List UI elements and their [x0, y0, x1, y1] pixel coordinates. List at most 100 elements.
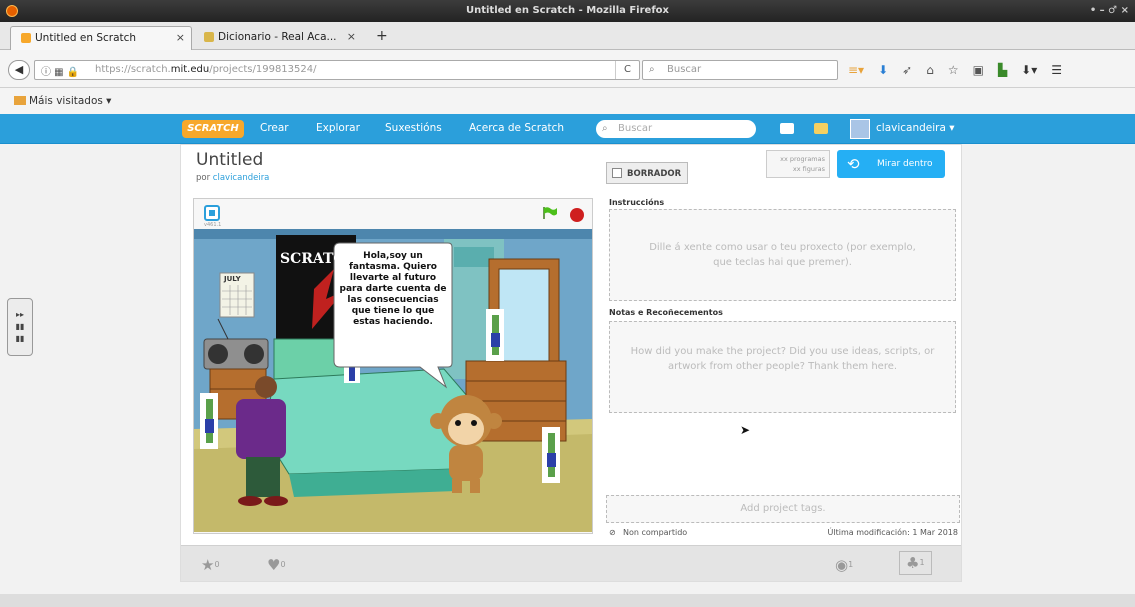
- fullscreen-icon[interactable]: [204, 205, 220, 221]
- stats-scripts: xx programas: [780, 155, 825, 163]
- draft-checkbox[interactable]: [612, 168, 622, 178]
- project-stats: xx programas xx figuras: [766, 150, 830, 178]
- nav-acerca[interactable]: Acerca de Scratch: [469, 122, 564, 134]
- page-footer-strip: [0, 594, 1135, 607]
- window-titlebar: Untitled en Scratch - Mozilla Firefox • …: [0, 0, 1135, 22]
- download-icon[interactable]: ⬇: [878, 60, 888, 80]
- reload-icon[interactable]: C: [615, 61, 639, 79]
- rae-favicon-icon: [204, 32, 214, 42]
- remix-tree-icon: ♣: [906, 554, 920, 572]
- stop-icon[interactable]: [570, 208, 584, 222]
- browser-search-input[interactable]: ⌕ Buscar: [642, 60, 838, 80]
- nav-crear[interactable]: Crear: [260, 122, 289, 134]
- speech-bubble-text: Hola,soy un fantasma. Quiero llevarte al…: [339, 251, 447, 327]
- navigation-bar: ◀ ⓘ ▦ 🔒 https://scratch.mit.edu/projects…: [0, 50, 1135, 88]
- stage-canvas[interactable]: SCRATCH JULY Hola,soy un fantasma. Quier…: [194, 229, 592, 532]
- draft-label: BORRADOR: [627, 169, 682, 179]
- see-inside-label: Mirar dentro: [877, 159, 933, 169]
- send-icon[interactable]: ➶: [902, 60, 912, 80]
- views-stat: ◉1: [835, 556, 853, 574]
- sharing-status: Non compartido: [623, 528, 688, 537]
- close-tab-icon[interactable]: ×: [347, 26, 356, 48]
- close-tab-icon[interactable]: ×: [176, 27, 185, 49]
- see-inside-button[interactable]: ⟲ Mirar dentro: [837, 150, 945, 178]
- window-title: Untitled en Scratch - Mozilla Firefox: [465, 5, 669, 16]
- pocket-icon[interactable]: ▣: [973, 60, 984, 80]
- search-icon: ⌕: [649, 64, 655, 75]
- url-host: mit.edu: [170, 64, 210, 75]
- search-icon: ⌕: [602, 123, 608, 134]
- home-icon[interactable]: ⌂: [926, 60, 934, 80]
- notes-placeholder: How did you make the project? Did you us…: [630, 346, 935, 372]
- firefox-icon: [6, 5, 18, 17]
- avatar[interactable]: [850, 119, 870, 139]
- modified-date: Última modificación: 1 Mar 2018: [827, 528, 958, 537]
- username-menu[interactable]: clavicandeira ▾: [876, 122, 955, 134]
- instructions-field[interactable]: Dille á xente como usar o teu proxecto (…: [609, 209, 956, 301]
- back-button[interactable]: ◀: [8, 60, 30, 80]
- cursor-icon: ➤: [740, 423, 751, 437]
- scratch-search-input[interactable]: ⌕ Buscar: [596, 120, 756, 138]
- calendar-label: JULY: [224, 275, 241, 283]
- by-prefix: por: [196, 173, 211, 183]
- toolbar-icons: ≡▾ ⬇ ➶ ⌂ ☆ ▣ ▙ ⬇▾ ☰: [848, 60, 1062, 80]
- expand-arrows-icon: ▸▸ ▮▮ ▮▮: [15, 310, 25, 343]
- heart-icon: ♥: [267, 556, 281, 574]
- arrow-down-icon[interactable]: ⬇▾: [1021, 60, 1037, 80]
- views-count: 1: [848, 560, 854, 569]
- lock-icon: ⓘ ▦ 🔒: [41, 67, 80, 78]
- eye-icon: ◉: [835, 556, 849, 574]
- sharing-status-bar: ⊘ Non compartido Última modificación: 1 …: [606, 526, 960, 542]
- scratch-logo[interactable]: SCRATCH: [182, 120, 244, 138]
- tab-bar: Untitled en Scratch × Dicionario - Real …: [0, 22, 1135, 50]
- notes-field[interactable]: How did you make the project? Did you us…: [609, 321, 956, 413]
- url-path: /projects/199813524/: [209, 64, 317, 75]
- side-panel-handle[interactable]: ▸▸ ▮▮ ▮▮: [7, 298, 33, 356]
- project-actions-bar: ★0 ♥0 ◉1 ♣1: [181, 545, 961, 581]
- browser-search-placeholder: Buscar: [667, 64, 702, 75]
- instructions-placeholder: Dille á xente como usar o teu proxecto (…: [649, 242, 916, 268]
- remix-stat[interactable]: ♣1: [899, 551, 932, 575]
- favorite-button[interactable]: ★0: [201, 556, 220, 574]
- menu-icon[interactable]: ☰: [1051, 60, 1062, 80]
- notes-heading: Notas e Recoñecementos: [609, 308, 723, 317]
- extension-icon[interactable]: ▙: [998, 60, 1007, 80]
- green-flag-icon[interactable]: [543, 207, 557, 219]
- tab-label: Dicionario - Real Aca...: [218, 31, 337, 43]
- tags-field[interactable]: Add project tags.: [606, 495, 960, 523]
- scratch-search-placeholder: Buscar: [618, 123, 653, 134]
- tab-label: Untitled en Scratch: [35, 32, 137, 44]
- project-title[interactable]: Untitled: [196, 150, 263, 170]
- url-bar[interactable]: ⓘ ▦ 🔒 https://scratch.mit.edu/projects/1…: [34, 60, 640, 80]
- most-visited-link[interactable]: Máis visitados ▾: [29, 95, 111, 107]
- window-controls[interactable]: • – ♂ ×: [1090, 0, 1129, 22]
- scratch-header: SCRATCH Crear Explorar Suxestións Acerca…: [0, 114, 1135, 144]
- tab-scratch[interactable]: Untitled en Scratch ×: [10, 26, 192, 50]
- project-byline: por clavicandeira: [196, 173, 269, 183]
- not-shared-icon: ⊘: [609, 528, 616, 537]
- draft-toggle[interactable]: BORRADOR: [606, 162, 688, 184]
- nav-suxestions[interactable]: Suxestións: [385, 122, 442, 134]
- bookmark-star-icon[interactable]: ☆: [948, 60, 959, 80]
- tab-dicionario[interactable]: Dicionario - Real Aca... ×: [194, 26, 362, 50]
- instructions-heading: Instruccións: [609, 198, 665, 207]
- stats-sprites: xx figuras: [792, 165, 825, 173]
- version-label: v461.1: [204, 222, 222, 228]
- favorite-count: 0: [214, 560, 220, 569]
- nav-explorar[interactable]: Explorar: [316, 122, 360, 134]
- remix-arrows-icon: ⟲: [847, 155, 860, 173]
- folder-icon: [14, 96, 26, 105]
- messages-icon[interactable]: [780, 123, 794, 134]
- back-arrow-icon: ◀: [14, 63, 24, 76]
- love-count: 0: [280, 560, 286, 569]
- author-link[interactable]: clavicandeira: [213, 173, 270, 183]
- scratch-favicon-icon: [21, 33, 31, 43]
- bookmarks-bar: Máis visitados ▾: [0, 88, 1135, 114]
- my-stuff-icon[interactable]: [814, 123, 828, 134]
- tags-placeholder: Add project tags.: [740, 503, 826, 514]
- url-prefix: https://scratch.: [95, 64, 171, 75]
- new-tab-button[interactable]: +: [376, 28, 388, 44]
- remix-count: 1: [919, 558, 925, 567]
- love-button[interactable]: ♥0: [267, 556, 286, 574]
- reader-icon[interactable]: ≡▾: [848, 60, 864, 80]
